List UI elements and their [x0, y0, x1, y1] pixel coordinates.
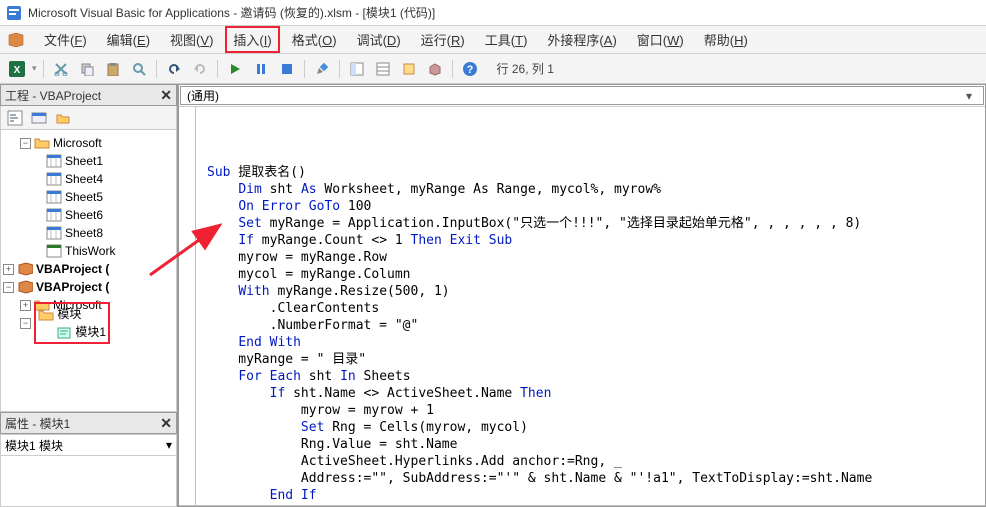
- chevron-down-icon: ▾: [166, 438, 172, 452]
- properties-panel: 属性 - 模块1 ✕ 模块1 模块 ▾: [0, 412, 177, 507]
- project-panel-toolbar: [0, 106, 177, 130]
- copy-icon[interactable]: [76, 58, 98, 80]
- tree-collapse-icon[interactable]: −: [20, 138, 31, 149]
- code-editor[interactable]: Sub 提取表名() Dim sht As Worksheet, myRange…: [179, 107, 985, 506]
- tree-label[interactable]: VBAProject (: [36, 262, 109, 276]
- tree-label[interactable]: Microsoft: [53, 136, 102, 150]
- tree-expand-icon[interactable]: +: [3, 264, 14, 275]
- vbaproject-icon: [17, 261, 33, 277]
- worksheet-icon: [46, 171, 62, 187]
- project-explorer-icon[interactable]: [346, 58, 368, 80]
- menubar-app-icon: [6, 30, 26, 50]
- window-title: Microsoft Visual Basic for Applications …: [28, 4, 435, 21]
- tree-label[interactable]: Sheet8: [65, 226, 103, 240]
- workbook-icon: [46, 243, 62, 259]
- module-icon: [56, 325, 72, 341]
- menu-format[interactable]: 格式(O): [284, 26, 345, 53]
- tree-expand-icon[interactable]: +: [20, 300, 31, 311]
- worksheet-icon: [46, 207, 62, 223]
- redo-icon[interactable]: [189, 58, 211, 80]
- worksheet-icon: [46, 153, 62, 169]
- left-sidebar: 工程 - VBAProject ✕ − Microsoft Sheet1 Shee…: [0, 84, 178, 507]
- vba-app-icon: [6, 5, 22, 21]
- properties-panel-title: 属性 - 模块1: [5, 415, 70, 432]
- design-mode-icon[interactable]: [311, 58, 333, 80]
- window-titlebar: Microsoft Visual Basic for Applications …: [0, 0, 986, 26]
- view-object-icon[interactable]: [29, 108, 49, 128]
- worksheet-icon: [46, 189, 62, 205]
- chevron-down-icon: ▾: [961, 89, 977, 103]
- tree-label[interactable]: Sheet1: [65, 154, 103, 168]
- cut-icon[interactable]: [50, 58, 72, 80]
- tree-label[interactable]: Sheet6: [65, 208, 103, 222]
- folder-icon: [34, 135, 50, 151]
- properties-window-icon[interactable]: [372, 58, 394, 80]
- menubar: 文件(F) 编辑(E) 视图(V) 插入(I) 格式(O) 调试(D) 运行(R…: [0, 26, 986, 54]
- cursor-position: 行 26, 列 1: [497, 60, 554, 77]
- properties-object-combo[interactable]: 模块1 模块 ▾: [0, 434, 177, 456]
- undo-icon[interactable]: [163, 58, 185, 80]
- menu-view[interactable]: 视图(V): [162, 26, 221, 53]
- view-code-icon[interactable]: [5, 108, 25, 128]
- object-combo[interactable]: (通用) ▾: [180, 86, 984, 105]
- svg-text:?: ?: [466, 64, 473, 76]
- tree-label-module1[interactable]: 模块1: [75, 325, 106, 339]
- find-icon[interactable]: [128, 58, 150, 80]
- toolbar: X ▾ ? 行 26, 列 1: [0, 54, 986, 84]
- folder-icon: [38, 307, 54, 323]
- worksheet-icon: [46, 225, 62, 241]
- toggle-folders-icon[interactable]: [53, 108, 73, 128]
- properties-panel-close[interactable]: ✕: [160, 415, 172, 432]
- menu-tools[interactable]: 工具(T): [477, 26, 536, 53]
- tree-collapse-icon[interactable]: −: [20, 318, 31, 329]
- paste-icon[interactable]: [102, 58, 124, 80]
- project-tree[interactable]: − Microsoft Sheet1 Sheet4 Sheet5 Sheet6 S…: [0, 130, 177, 412]
- tree-label[interactable]: ThisWork: [65, 244, 115, 258]
- menu-help[interactable]: 帮助(H): [696, 26, 756, 53]
- menu-edit[interactable]: 编辑(E): [99, 26, 158, 53]
- pause-icon[interactable]: [250, 58, 272, 80]
- stop-icon[interactable]: [276, 58, 298, 80]
- project-panel-title: 工程 - VBAProject: [5, 87, 101, 104]
- tree-label[interactable]: VBAProject (: [36, 280, 109, 294]
- menu-file[interactable]: 文件(F): [36, 26, 95, 53]
- properties-panel-header: 属性 - 模块1 ✕: [0, 412, 177, 434]
- object-browser-icon[interactable]: [398, 58, 420, 80]
- tree-label[interactable]: Sheet5: [65, 190, 103, 204]
- tree-collapse-icon[interactable]: −: [3, 282, 14, 293]
- run-icon[interactable]: [224, 58, 246, 80]
- toolbox-icon[interactable]: [424, 58, 446, 80]
- tree-label-modules[interactable]: 模块: [57, 307, 81, 321]
- menu-window[interactable]: 窗口(W): [629, 26, 692, 53]
- menu-insert[interactable]: 插入(I): [225, 26, 279, 53]
- excel-icon[interactable]: X: [6, 58, 28, 80]
- code-window: (通用) ▾ Sub 提取表名() Dim sht As Worksheet, …: [178, 84, 986, 507]
- project-panel-close[interactable]: ✕: [160, 87, 172, 104]
- menu-run[interactable]: 运行(R): [413, 26, 473, 53]
- tree-label[interactable]: Sheet4: [65, 172, 103, 186]
- menu-addins[interactable]: 外接程序(A): [539, 26, 624, 53]
- vbaproject-icon: [17, 279, 33, 295]
- menu-debug[interactable]: 调试(D): [349, 26, 409, 53]
- project-panel-header: 工程 - VBAProject ✕: [0, 84, 177, 106]
- help-icon[interactable]: ?: [459, 58, 481, 80]
- svg-text:X: X: [14, 65, 21, 76]
